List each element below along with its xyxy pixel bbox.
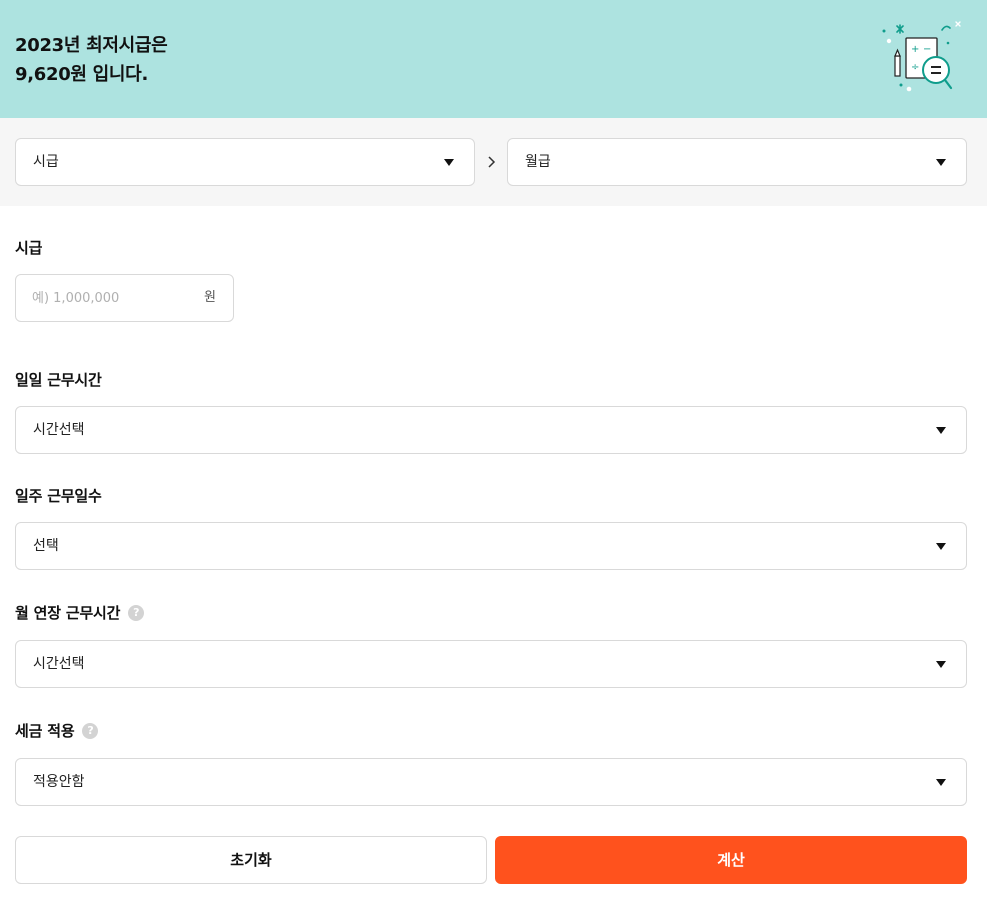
caret-down-icon [936, 661, 946, 668]
weekly-days-label: 일주 근무일수 [15, 487, 102, 505]
svg-text:−: − [923, 44, 931, 55]
calculator-magnifier-icon: + − ÷ [882, 21, 961, 92]
daily-hours-value: 시간선택 [33, 422, 85, 438]
overtime-value: 시간선택 [33, 656, 85, 672]
wage-unit: 원 [204, 290, 216, 305]
to-unit-value: 월급 [525, 154, 551, 170]
caret-down-icon [936, 543, 946, 550]
tax-label-row: 세금 적용? [15, 720, 99, 741]
banner-title-line1: 2023년 최저시급은 [15, 35, 168, 56]
to-unit-select[interactable]: 월급 [507, 138, 967, 186]
weekly-days-value: 선택 [33, 538, 59, 554]
tax-select[interactable]: 적용안함 [15, 758, 967, 806]
calculate-button[interactable]: 계산 [495, 836, 967, 884]
banner-title: 2023년 최저시급은 9,620원 입니다. [15, 31, 168, 89]
daily-hours-label: 일일 근무시간 [15, 371, 102, 389]
caret-down-icon [936, 779, 946, 786]
svg-text:+: + [911, 44, 919, 55]
caret-down-icon [444, 159, 454, 166]
tax-value: 적용안함 [33, 774, 85, 790]
wage-label: 시급 [15, 239, 43, 257]
overtime-label-row: 월 연장 근무시간? [15, 602, 145, 623]
caret-down-icon [936, 427, 946, 434]
wage-input[interactable] [32, 275, 192, 321]
help-icon[interactable]: ? [128, 604, 145, 621]
caret-down-icon [936, 159, 946, 166]
from-unit-select[interactable]: 시급 [15, 138, 475, 186]
svg-text:÷: ÷ [911, 62, 919, 73]
weekly-days-select[interactable]: 선택 [15, 522, 967, 570]
minimum-wage-banner: 2023년 최저시급은 9,620원 입니다. + − ÷ [0, 0, 987, 118]
help-icon[interactable]: ? [82, 722, 99, 739]
tax-label: 세금 적용 [15, 722, 75, 740]
from-unit-value: 시급 [33, 154, 59, 170]
banner-title-line2: 9,620원 입니다. [15, 64, 148, 85]
overtime-select[interactable]: 시간선택 [15, 640, 967, 688]
reset-button[interactable]: 초기화 [15, 836, 487, 884]
wage-field[interactable]: 원 [15, 274, 234, 322]
chevron-right-icon [488, 156, 496, 168]
overtime-label: 월 연장 근무시간 [15, 604, 121, 622]
daily-hours-select[interactable]: 시간선택 [15, 406, 967, 454]
